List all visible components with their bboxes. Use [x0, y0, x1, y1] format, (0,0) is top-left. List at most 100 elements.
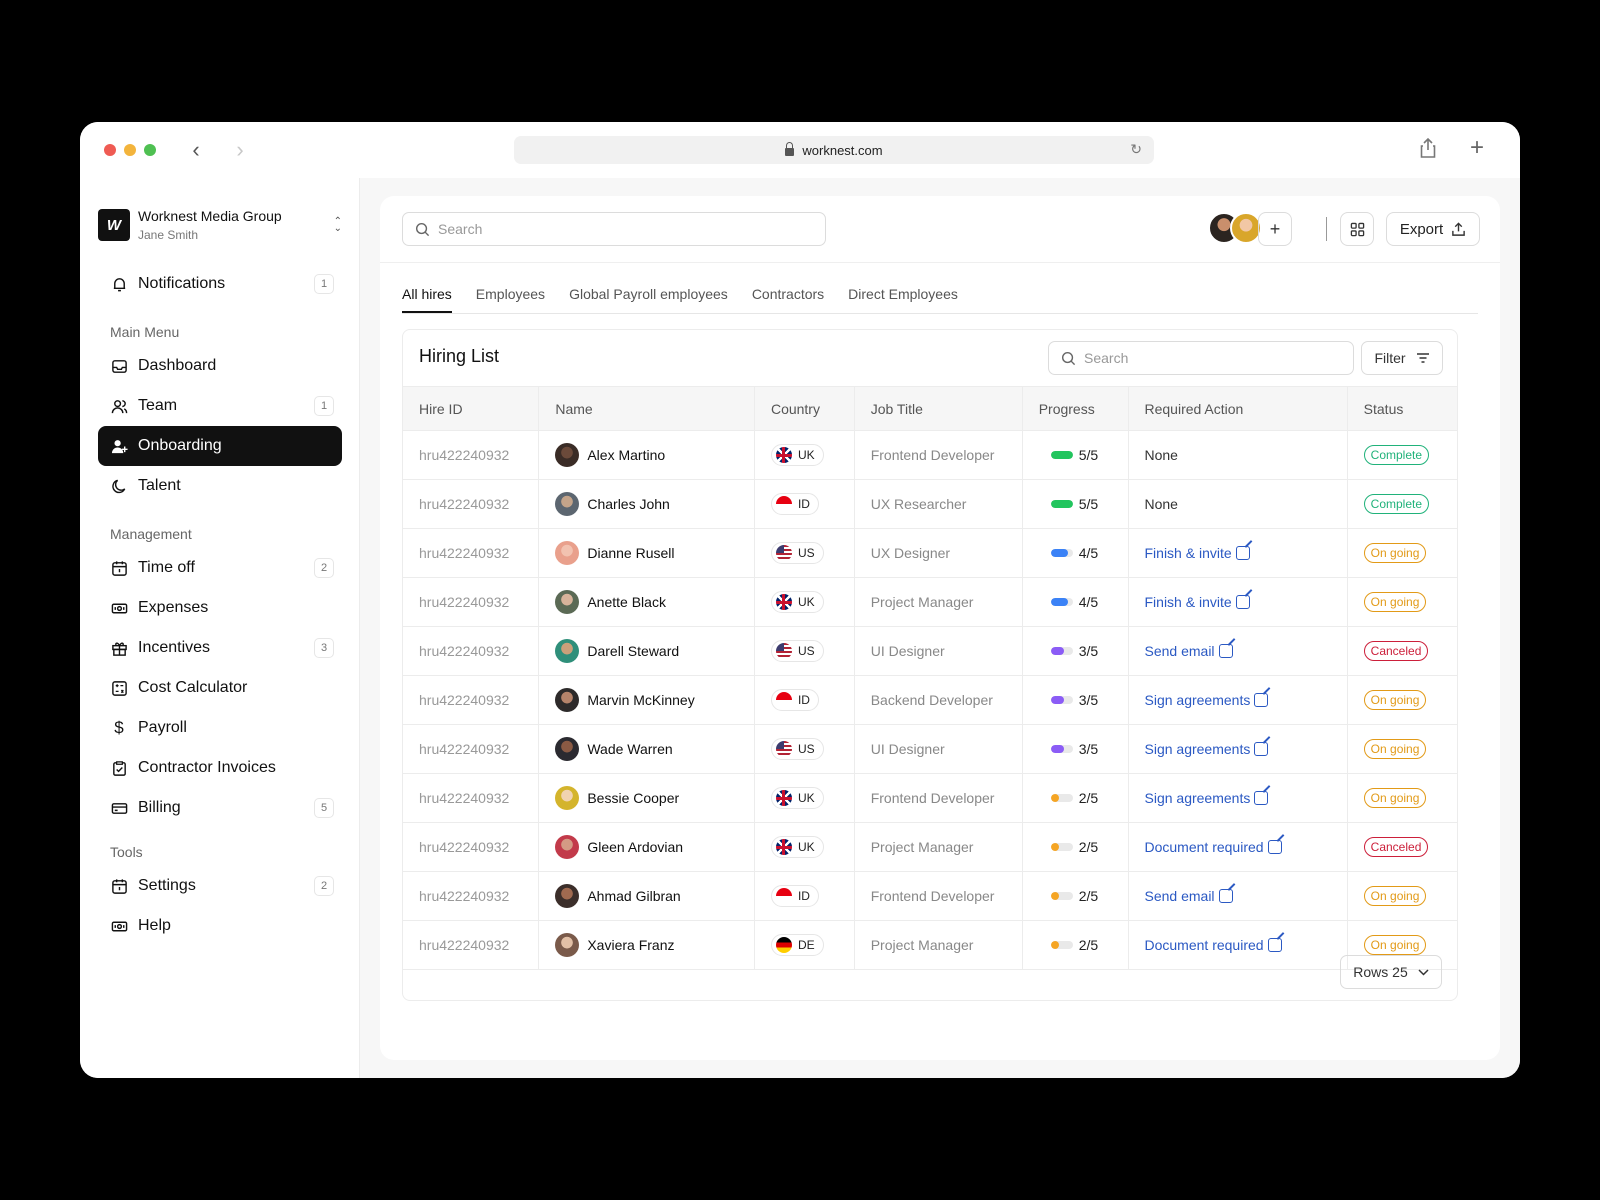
name-cell[interactable]: Darell Steward: [538, 626, 755, 676]
name-cell[interactable]: Xaviera Franz: [538, 920, 755, 970]
table-row[interactable]: hru422240932 Gleen Ardovian UK Project Mana…: [403, 822, 1457, 872]
name-cell[interactable]: Gleen Ardovian: [538, 822, 755, 872]
export-button[interactable]: Export: [1386, 212, 1480, 246]
close-window-dot[interactable]: [104, 144, 116, 156]
table-row[interactable]: hru422240932 Bessie Cooper UK Frontend Deve…: [403, 773, 1457, 823]
edit-icon[interactable]: [1218, 889, 1233, 903]
required-action-cell[interactable]: Finish & invite: [1128, 577, 1348, 627]
sidebar-item-dashboard[interactable]: Dashboard: [98, 346, 342, 386]
required-action-link[interactable]: Document required: [1145, 839, 1264, 855]
required-action-cell[interactable]: Finish & invite: [1128, 528, 1348, 578]
sidebar-item-onboarding[interactable]: Onboarding: [98, 426, 342, 466]
name-cell[interactable]: Bessie Cooper: [538, 773, 755, 823]
new-tab-icon[interactable]: +: [1470, 134, 1484, 162]
column-header-job-title[interactable]: Job Title: [854, 386, 1023, 431]
column-header-country[interactable]: Country: [754, 386, 855, 431]
tab-contractors[interactable]: Contractors: [752, 286, 824, 313]
name-cell[interactable]: Ahmad Gilbran: [538, 871, 755, 921]
required-action-cell[interactable]: Send email: [1128, 871, 1348, 921]
global-search-input[interactable]: Search: [402, 212, 826, 246]
edit-icon[interactable]: [1218, 644, 1233, 658]
required-action-link[interactable]: Finish & invite: [1145, 594, 1232, 610]
progress-cell: 2/5: [1022, 773, 1129, 823]
table-row[interactable]: hru422240932 Alex Martino UK Frontend Devel…: [403, 430, 1457, 480]
org-switcher[interactable]: W Worknest Media Group Jane Smith ⌃ ⌄: [98, 208, 342, 242]
required-action-link[interactable]: Send email: [1145, 643, 1215, 659]
column-header-hire-id[interactable]: Hire ID: [403, 386, 540, 431]
sidebar-item-cost-calculator[interactable]: Cost Calculator: [98, 668, 342, 708]
required-action-link: None: [1144, 496, 1178, 512]
tab-employees[interactable]: Employees: [476, 286, 545, 313]
required-action-link[interactable]: Document required: [1145, 937, 1264, 953]
back-arrow-icon[interactable]: ‹: [186, 138, 206, 162]
status-badge: On going: [1363, 690, 1427, 710]
grid-view-button[interactable]: [1340, 212, 1374, 246]
sidebar-item-team[interactable]: Team 1: [98, 386, 342, 426]
edit-icon[interactable]: [1254, 742, 1269, 756]
name-cell[interactable]: Wade Warren: [538, 724, 755, 774]
sidebar-item-payroll[interactable]: $ Payroll: [98, 708, 342, 748]
required-action-link[interactable]: Sign agreements: [1145, 741, 1251, 757]
sidebar-item-time-off[interactable]: Time off 2: [98, 548, 342, 588]
chevron-updown-icon[interactable]: ⌃ ⌄: [334, 217, 342, 234]
tab-all-hires[interactable]: All hires: [402, 286, 452, 313]
rows-per-page-select[interactable]: Rows 25: [1340, 955, 1442, 989]
reload-icon[interactable]: ↻: [1130, 141, 1142, 158]
maximize-window-dot[interactable]: [144, 144, 156, 156]
column-header-progress[interactable]: Progress: [1022, 386, 1129, 431]
required-action-link[interactable]: Sign agreements: [1145, 692, 1251, 708]
tab-direct-employees[interactable]: Direct Employees: [848, 286, 958, 313]
required-action-link[interactable]: Sign agreements: [1145, 790, 1251, 806]
sidebar-item-incentives[interactable]: Incentives 3: [98, 628, 342, 668]
table-row[interactable]: hru422240932 Ahmad Gilbran ID Frontend Deve…: [403, 871, 1457, 921]
edit-icon[interactable]: [1254, 791, 1269, 805]
edit-icon[interactable]: [1267, 840, 1282, 854]
required-action-cell[interactable]: Sign agreements: [1128, 773, 1348, 823]
address-bar[interactable]: worknest.com ↻: [514, 136, 1154, 164]
table-row[interactable]: hru422240932 Darell Steward US UI Designer 3…: [403, 626, 1457, 676]
share-icon[interactable]: [1420, 137, 1436, 159]
name-cell[interactable]: Dianne Rusell: [538, 528, 755, 578]
table-row[interactable]: hru422240932 Anette Black UK Project Manage…: [403, 577, 1457, 627]
sidebar-item-notifications[interactable]: Notifications 1: [98, 264, 342, 304]
sidebar-item-billing[interactable]: Billing 5: [98, 788, 342, 828]
tab-global-payroll-employees[interactable]: Global Payroll employees: [569, 286, 728, 313]
table-row[interactable]: hru422240932 Marvin McKinney ID Backend Dev…: [403, 675, 1457, 725]
edit-icon[interactable]: [1267, 938, 1282, 952]
edit-icon[interactable]: [1254, 693, 1269, 707]
sidebar-item-settings[interactable]: Settings 2: [98, 866, 342, 906]
hiring-search-input[interactable]: Search: [1048, 341, 1354, 375]
sidebar-item-contractor-invoices[interactable]: Contractor Invoices: [98, 748, 342, 788]
name-cell[interactable]: Charles John: [538, 479, 755, 529]
required-action-link[interactable]: Finish & invite: [1145, 545, 1232, 561]
name-cell[interactable]: Marvin McKinney: [538, 675, 755, 725]
required-action-cell[interactable]: Sign agreements: [1128, 724, 1348, 774]
filter-button[interactable]: Filter: [1361, 341, 1443, 375]
column-header-name[interactable]: Name: [538, 386, 755, 431]
column-header-required-action[interactable]: Required Action: [1128, 386, 1348, 431]
country-chip: ID: [770, 885, 819, 907]
credit-card-icon: [110, 799, 128, 817]
edit-icon[interactable]: [1235, 546, 1250, 560]
required-action-cell[interactable]: Sign agreements: [1128, 675, 1348, 725]
sidebar-item-expenses[interactable]: Expenses: [98, 588, 342, 628]
required-action-cell[interactable]: Document required: [1128, 920, 1348, 970]
name-cell[interactable]: Alex Martino: [538, 430, 755, 480]
country-code: US: [797, 546, 815, 560]
table-row[interactable]: hru422240932 Charles John ID UX Researcher 5…: [403, 479, 1457, 529]
forward-arrow-icon[interactable]: ›: [230, 138, 250, 162]
table-row[interactable]: hru422240932 Wade Warren US UI Designer 3/5 S…: [403, 724, 1457, 774]
table-row[interactable]: hru422240932 Xaviera Franz DE Project Manag…: [403, 920, 1457, 970]
sidebar-item-help[interactable]: Help: [98, 906, 342, 946]
add-button[interactable]: +: [1258, 212, 1292, 246]
collaborator-avatars[interactable]: [1208, 212, 1262, 244]
required-action-link[interactable]: Send email: [1145, 888, 1215, 904]
minimize-window-dot[interactable]: [124, 144, 136, 156]
column-header-status[interactable]: Status: [1347, 386, 1457, 431]
sidebar-item-talent[interactable]: Talent: [98, 466, 342, 506]
edit-icon[interactable]: [1235, 595, 1250, 609]
required-action-cell[interactable]: Send email: [1128, 626, 1348, 676]
table-row[interactable]: hru422240932 Dianne Rusell US UX Designer 4/…: [403, 528, 1457, 578]
required-action-cell[interactable]: Document required: [1128, 822, 1348, 872]
name-cell[interactable]: Anette Black: [538, 577, 755, 627]
